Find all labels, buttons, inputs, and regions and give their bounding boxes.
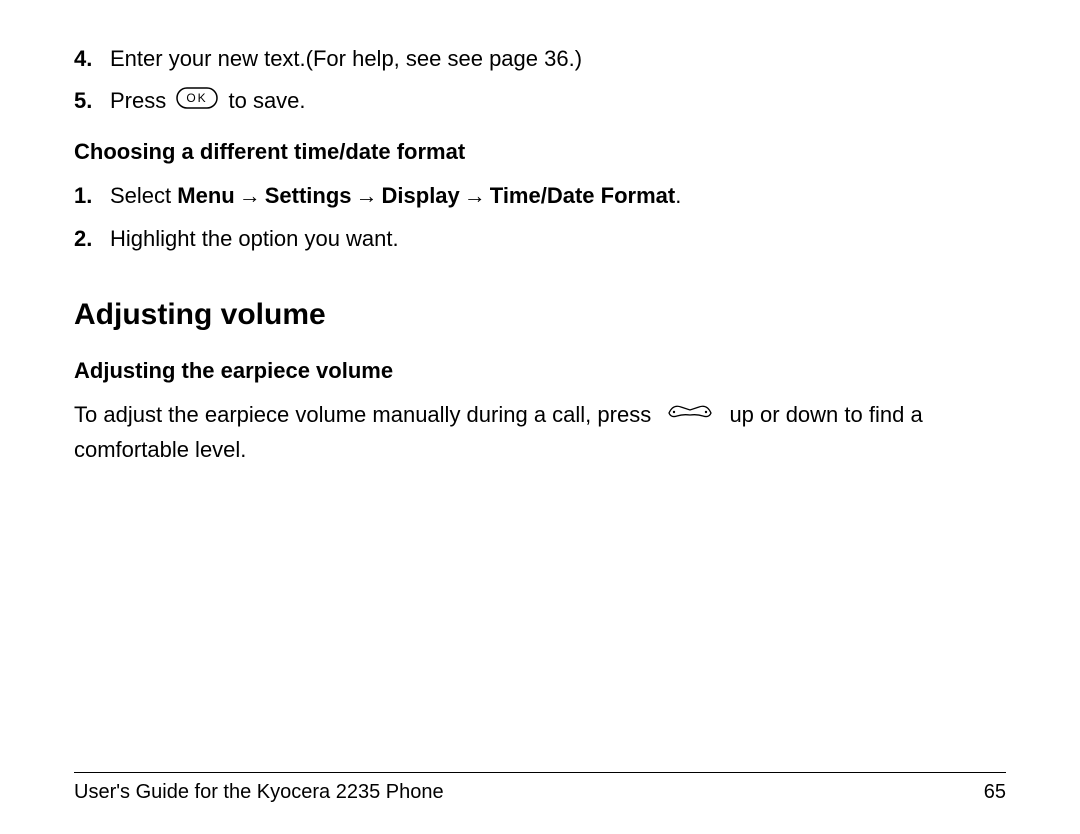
menu-path-settings: Settings — [265, 183, 352, 208]
paragraph-earpiece: To adjust the earpiece volume manually d… — [74, 398, 1006, 467]
step-text: Enter your new text.(For help, see see p… — [110, 42, 1006, 76]
ok-button-icon: OK — [176, 85, 218, 119]
page-footer: User's Guide for the Kyocera 2235 Phone … — [74, 772, 1006, 804]
footer-title: User's Guide for the Kyocera 2235 Phone — [74, 781, 444, 804]
paragraph-before: To adjust the earpiece volume manually d… — [74, 402, 657, 427]
step-suffix: to save. — [228, 88, 305, 113]
step-number: 2. — [74, 222, 110, 256]
step-1-timedate: 1. Select Menu→Settings→Display→Time/Dat… — [74, 179, 1006, 213]
heading-adjusting-volume: Adjusting volume — [74, 292, 1006, 339]
step-text: Select Menu→Settings→Display→Time/Date F… — [110, 179, 1006, 213]
step-text: Highlight the option you want. — [110, 222, 1006, 256]
step-prefix: Select — [110, 183, 177, 208]
arrow-icon: → — [464, 183, 486, 208]
subheading-earpiece: Adjusting the earpiece volume — [74, 354, 1006, 388]
page-content: 4. Enter your new text.(For help, see se… — [74, 42, 1006, 468]
menu-path-timedate: Time/Date Format — [490, 183, 675, 208]
menu-path-display: Display — [382, 183, 460, 208]
arrow-icon: → — [239, 183, 261, 208]
step-4: 4. Enter your new text.(For help, see se… — [74, 42, 1006, 76]
svg-text:OK: OK — [187, 91, 208, 105]
step-number: 5. — [74, 84, 110, 119]
step-2-timedate: 2. Highlight the option you want. — [74, 222, 1006, 256]
subheading-time-date: Choosing a different time/date format — [74, 135, 1006, 169]
step-number: 4. — [74, 42, 110, 76]
page-number: 65 — [984, 781, 1006, 804]
arrow-icon: → — [356, 183, 378, 208]
step-number: 1. — [74, 179, 110, 213]
step-prefix: Press — [110, 88, 172, 113]
nav-rocker-icon — [663, 399, 717, 433]
step-text: Press OK to save. — [110, 84, 1006, 119]
step-5: 5. Press OK to save. — [74, 84, 1006, 119]
menu-path-menu: Menu — [177, 183, 234, 208]
step-suffix: . — [675, 183, 681, 208]
